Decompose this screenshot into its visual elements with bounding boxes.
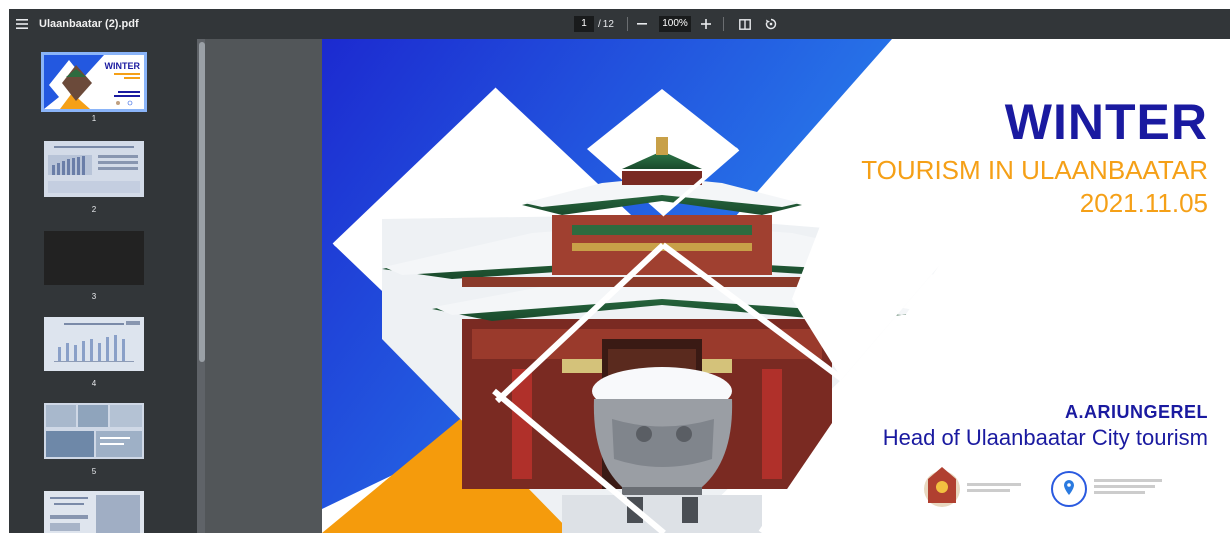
sidebar-scrollbar-thumb[interactable] <box>199 42 205 362</box>
rotate-button[interactable] <box>761 9 781 39</box>
svg-text:WINTER: WINTER <box>105 61 141 71</box>
thumbnail-number: 5 <box>91 467 97 476</box>
plus-icon <box>701 19 711 29</box>
toolbar: Ulaanbaatar (2).pdf 1 / 12 100% <box>9 9 1230 39</box>
location-logo <box>1051 471 1087 507</box>
menu-icon[interactable] <box>9 9 35 39</box>
thumbnail-page-6[interactable] <box>44 491 144 533</box>
zoom-out-button[interactable] <box>633 9 651 39</box>
thumbnail-page-3[interactable] <box>44 231 144 285</box>
thumbnail-page-2[interactable] <box>44 141 144 197</box>
thumbnail-number: 4 <box>91 379 97 388</box>
location-caption <box>1094 479 1162 494</box>
slide-date: 2021.11.05 <box>1079 188 1208 218</box>
thumbnail-page-1[interactable]: WINTER <box>41 52 147 112</box>
pdf-page: WINTER TOURISM IN ULAANBAATAR 2021.11.05… <box>322 39 1230 533</box>
zoom-input[interactable]: 100% <box>659 16 691 32</box>
pdf-viewer: Ulaanbaatar (2).pdf 1 / 12 100% WINTER 1… <box>9 9 1230 533</box>
rotate-icon <box>765 18 777 30</box>
page-selector: 1 / 12 <box>574 16 614 32</box>
toolbar-divider <box>723 17 724 31</box>
page-separator: / <box>598 18 601 30</box>
zoom-in-button[interactable] <box>697 9 715 39</box>
presenter-name: A.ARIUNGEREL <box>1064 402 1208 422</box>
toolbar-divider <box>627 17 628 31</box>
presenter-role: Head of Ulaanbaatar City tourism <box>882 425 1208 450</box>
page-number-input[interactable]: 1 <box>574 16 594 32</box>
thumbnail-number: 3 <box>91 292 97 301</box>
minus-icon <box>637 23 647 25</box>
slide-subtitle: TOURISM IN ULAANBAATAR <box>861 155 1208 185</box>
file-title: Ulaanbaatar (2).pdf <box>39 18 139 30</box>
thumbnail-sidebar: WINTER 1 2 3 4 5 <box>9 39 205 533</box>
thumbnail-number: 1 <box>91 114 97 123</box>
fit-page-icon <box>739 18 751 30</box>
emblem-caption <box>967 483 1021 492</box>
thumbnail-page-4[interactable] <box>44 317 144 371</box>
thumbnail-page-5[interactable] <box>44 403 144 459</box>
slide-title: WINTER <box>1004 94 1208 150</box>
thumbnail-number: 2 <box>91 205 97 214</box>
fit-page-button[interactable] <box>735 9 755 39</box>
page-total: 12 <box>602 18 614 30</box>
